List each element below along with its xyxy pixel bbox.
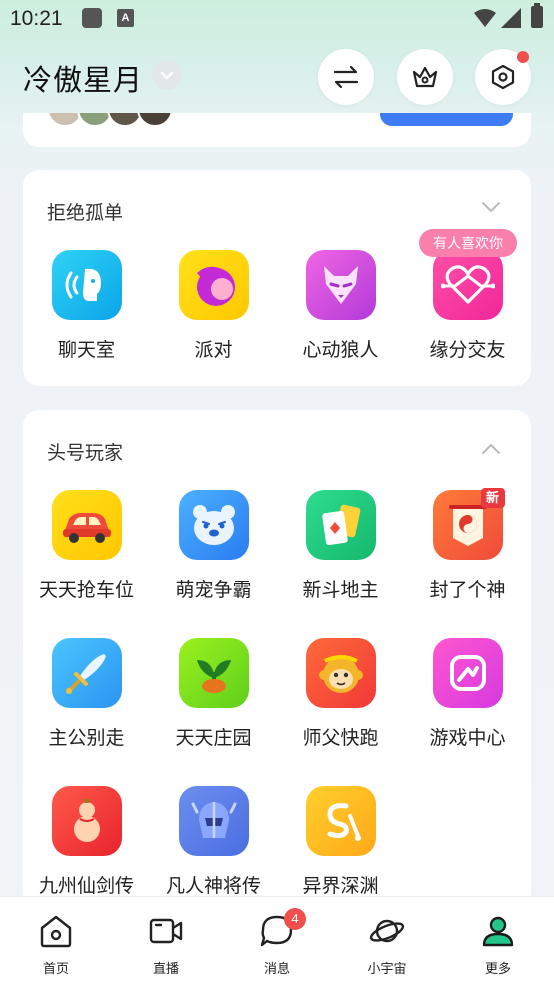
settings-notification-dot [517,51,529,63]
nav-label: 消息 [263,961,290,976]
vip-button[interactable] [397,49,453,105]
nav-item-live[interactable]: 直播 [111,897,221,984]
nav-label: 更多 [484,961,511,976]
app-label: 派对 [194,340,233,361]
app-label: 异界深渊 [302,876,379,897]
planet-icon [369,919,405,943]
app-label: 主公别走 [48,728,125,749]
app-werewolf[interactable]: 心动狼人 [277,250,404,362]
app-label: 九州仙剑传 [38,876,134,897]
party-icon [178,250,249,320]
app-label: 萌宠争霸 [175,580,252,601]
switch-arrows-icon [333,65,359,89]
app-chat-room[interactable]: 聊天室 [23,250,150,362]
car-icon [51,490,122,560]
tip-bubble: 有人喜欢你 [419,229,517,257]
section-title: 拒绝孤单 [47,203,124,224]
home-icon [40,915,72,948]
heart-dating-icon [432,250,503,320]
settings-button[interactable] [475,49,531,105]
crown-icon [412,66,438,88]
app-label: 新斗地主 [302,580,379,601]
chevron-down-icon [160,71,174,80]
game-center-icon [432,638,503,708]
app-party[interactable]: 派对 [150,250,277,362]
app-label: 天天庄园 [175,728,252,749]
app-jiuzhou[interactable]: 九州仙剑传 [23,786,150,898]
username-dropdown-button[interactable] [152,60,182,90]
nav-item-messages[interactable]: 4 消息 [222,897,332,984]
app-fengshen[interactable]: 新 封了个神 [404,488,531,602]
profile-icon [482,916,514,947]
settings-hexagon-icon [491,64,515,90]
app-label: 聊天室 [57,340,115,361]
section-title: 头号玩家 [47,443,124,464]
sprout-icon [178,638,249,708]
wifi-icon [474,9,496,27]
username[interactable]: 冷傲星月 [23,57,143,99]
avatar[interactable] [137,113,173,127]
app-car-parking[interactable]: 天天抢车位 [23,490,150,602]
battery-icon [531,3,543,28]
taiji-icon: 新 [432,488,505,560]
app-dating[interactable]: 缘分交友 [404,250,531,362]
video-icon [149,918,183,944]
section-player: 头号玩家 天天抢车位 萌宠争霸 新斗地主 新 封了个神 主公别走 天天庄园 师父… [23,410,531,910]
app-game-center[interactable]: 游戏中心 [404,638,531,750]
app-lord[interactable]: 主公别走 [23,638,150,750]
app-label: 师父快跑 [302,728,379,749]
chat-room-icon [51,250,122,320]
app-label: 游戏中心 [429,728,506,749]
nav-label: 直播 [152,961,179,976]
sword-icon [51,638,122,708]
app-fanren[interactable]: 凡人神将传 [150,786,277,898]
notification-a-icon: A [117,9,134,27]
app-farm[interactable]: 天天庄园 [150,638,277,750]
app-master-run[interactable]: 师父快跑 [277,638,404,750]
chevron-up-icon[interactable] [481,442,501,456]
signal-icon [501,8,521,28]
gourd-icon [51,786,122,856]
werewolf-icon [305,250,376,320]
status-time: 10:21 [10,7,63,30]
nav-item-more[interactable]: 更多 [443,897,553,984]
monkey-icon [305,638,376,708]
app-label: 凡人神将传 [165,876,261,897]
notification-square-icon [82,8,102,28]
message-count-badge: 4 [284,908,306,930]
app-label: 缘分交友 [429,340,506,361]
app-abyss[interactable]: 异界深渊 [277,786,404,898]
section-lonely: 拒绝孤单 聊天室 派对 心动狼人 缘分交友 有人喜欢你 [23,170,531,386]
new-badge: 新 [480,488,505,508]
app-label: 封了个神 [429,580,506,601]
nav-item-universe[interactable]: 小宇宙 [332,897,442,984]
switch-button[interactable] [318,49,374,105]
nav-label: 首页 [42,961,69,976]
nav-item-home[interactable]: 首页 [1,897,111,984]
cards-icon [305,490,376,560]
nav-label: 小宇宙 [367,961,407,976]
profile-action-button[interactable] [380,113,513,126]
helmet-icon [178,786,249,856]
bear-icon [178,490,249,560]
bottom-nav: 首页 直播 4 消息 小宇宙 更多 [0,896,554,984]
app-label: 心动狼人 [302,340,379,361]
chevron-down-icon[interactable] [481,200,501,214]
status-bar: 10:21 A [0,0,554,36]
app-landlord[interactable]: 新斗地主 [277,490,404,602]
profile-card [23,113,531,147]
abyss-icon [305,786,376,856]
app-label: 天天抢车位 [38,580,134,601]
app-pet[interactable]: 萌宠争霸 [150,490,277,602]
